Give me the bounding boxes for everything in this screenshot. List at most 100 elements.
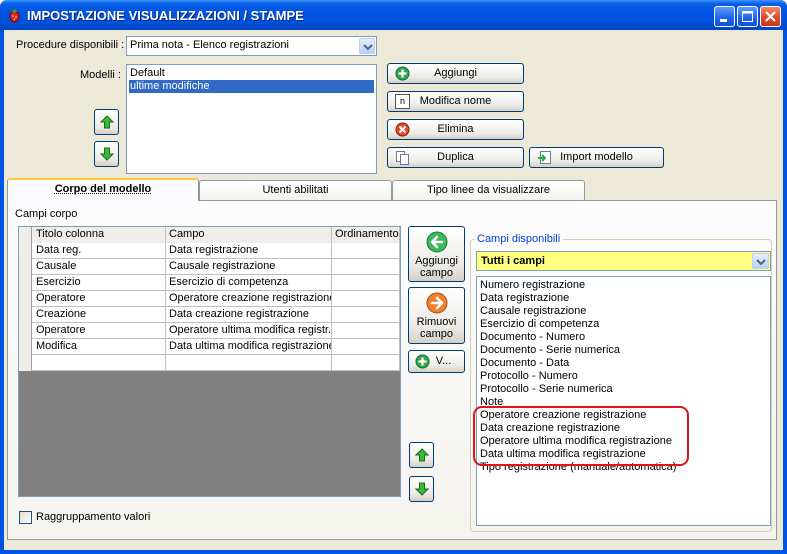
delete-circle-icon xyxy=(395,122,410,137)
row-header[interactable] xyxy=(19,323,32,339)
import-model-button[interactable]: Import modello xyxy=(529,147,664,168)
procedures-label: Procedure disponibili : xyxy=(16,39,125,51)
cell-order[interactable] xyxy=(332,355,400,371)
close-button[interactable] xyxy=(760,6,781,27)
available-fields-list[interactable]: Numero registrazione Data registrazione Ca… xyxy=(476,276,771,526)
body-fields-label: Campi corpo xyxy=(15,208,78,220)
cell-title[interactable]: Data reg. xyxy=(32,243,166,259)
list-item[interactable]: Protocollo - Numero xyxy=(480,370,578,383)
delete-model-label: Elimina xyxy=(437,123,474,135)
field-move-up-button[interactable] xyxy=(409,442,434,468)
table-row[interactable] xyxy=(19,355,400,371)
list-item[interactable]: Esercizio di competenza xyxy=(480,318,599,331)
procedures-dropdown-button[interactable] xyxy=(359,38,375,54)
tab-utenti-abilitati[interactable]: Utenti abilitati xyxy=(199,180,392,200)
field-filter-dropdown[interactable] xyxy=(752,253,769,269)
table-row[interactable]: Operatore Operatore creazione registrazio… xyxy=(19,291,400,307)
cell-field[interactable]: Esercizio di competenza xyxy=(166,275,332,291)
title-bar[interactable]: IMPOSTAZIONE VISUALIZZAZIONI / STAMPE xyxy=(0,0,787,30)
cell-title[interactable]: Operatore xyxy=(32,291,166,307)
grid-header-row: Titolo colonna Campo Ordinamento xyxy=(19,227,400,243)
rename-model-button[interactable]: n Modifica nome xyxy=(387,91,524,112)
list-item[interactable]: Numero registrazione xyxy=(480,279,585,292)
field-filter-combo[interactable]: Tutti i campi xyxy=(476,251,771,271)
minimize-icon xyxy=(720,19,727,22)
highlight-annotation xyxy=(473,406,689,466)
cell-field[interactable]: Causale registrazione xyxy=(166,259,332,275)
cell-title[interactable]: Creazione xyxy=(32,307,166,323)
tab-tipo-linee[interactable]: Tipo linee da visualizzare xyxy=(392,180,585,200)
cell-order[interactable] xyxy=(332,243,400,259)
row-header[interactable] xyxy=(19,355,32,371)
column-header-order[interactable]: Ordinamento xyxy=(332,227,400,243)
models-list-item-selected[interactable]: ultime modifiche xyxy=(129,80,374,93)
table-row[interactable]: Operatore Operatore ultima modifica regis… xyxy=(19,323,400,339)
procedures-combo[interactable]: Prima nota - Elenco registrazioni xyxy=(126,36,377,56)
chevron-down-icon xyxy=(756,259,766,266)
row-header[interactable] xyxy=(19,275,32,291)
delete-model-button[interactable]: Elimina xyxy=(387,119,524,140)
import-icon xyxy=(538,151,551,164)
cell-order[interactable] xyxy=(332,307,400,323)
grouping-checkbox[interactable] xyxy=(19,511,32,524)
tab-corpo-del-modello[interactable]: Corpo del modello xyxy=(7,178,199,201)
row-header[interactable] xyxy=(19,307,32,323)
add-model-label: Aggiungi xyxy=(434,67,477,79)
model-move-down-button[interactable] xyxy=(94,141,119,167)
cell-order[interactable] xyxy=(332,291,400,307)
arrow-up-icon xyxy=(415,448,429,462)
duplicate-model-button[interactable]: Duplica xyxy=(387,147,524,168)
cell-order[interactable] xyxy=(332,275,400,291)
models-label: Modelli : xyxy=(80,69,121,81)
cell-title[interactable] xyxy=(32,355,166,371)
add-field-button[interactable]: Aggiungi campo xyxy=(408,226,465,282)
cell-order[interactable] xyxy=(332,323,400,339)
cell-order[interactable] xyxy=(332,259,400,275)
row-header[interactable] xyxy=(19,243,32,259)
model-move-up-button[interactable] xyxy=(94,109,119,135)
list-item[interactable]: Protocollo - Serie numerica xyxy=(480,383,613,396)
maximize-button[interactable] xyxy=(737,6,758,27)
row-header[interactable] xyxy=(19,259,32,275)
table-row[interactable]: Creazione Data creazione registrazione xyxy=(19,307,400,323)
column-header-field[interactable]: Campo xyxy=(166,227,332,243)
plus-circle-icon xyxy=(395,66,410,81)
cell-title[interactable]: Causale xyxy=(32,259,166,275)
cell-title[interactable]: Operatore xyxy=(32,323,166,339)
minimize-button[interactable] xyxy=(714,6,735,27)
models-list-item[interactable]: Default xyxy=(129,67,374,80)
field-move-down-button[interactable] xyxy=(409,476,434,502)
cell-title[interactable]: Modifica xyxy=(32,339,166,355)
add-model-button[interactable]: Aggiungi xyxy=(387,63,524,84)
table-row[interactable]: Esercizio Esercizio di competenza xyxy=(19,275,400,291)
close-icon xyxy=(765,11,776,22)
models-list[interactable]: Default ultime modifiche xyxy=(126,64,377,174)
list-item[interactable]: Documento - Numero xyxy=(480,331,585,344)
cell-field[interactable] xyxy=(166,355,332,371)
column-header-title[interactable]: Titolo colonna xyxy=(32,227,166,243)
table-row[interactable]: Causale Causale registrazione xyxy=(19,259,400,275)
rename-icon: n xyxy=(395,94,410,109)
cell-title[interactable]: Esercizio xyxy=(32,275,166,291)
grid-corner xyxy=(19,227,32,243)
list-item[interactable]: Data registrazione xyxy=(480,292,569,305)
cell-field[interactable]: Operatore ultima modifica registr... xyxy=(166,323,332,339)
remove-field-button[interactable]: Rimuovi campo xyxy=(408,287,465,344)
v-button[interactable]: V... xyxy=(408,350,465,373)
row-header[interactable] xyxy=(19,339,32,355)
body-fields-grid[interactable]: Titolo colonna Campo Ordinamento Data re… xyxy=(18,226,401,497)
cell-field[interactable]: Data registrazione xyxy=(166,243,332,259)
cell-field[interactable]: Data ultima modifica registrazione xyxy=(166,339,332,355)
cell-field[interactable]: Operatore creazione registrazione xyxy=(166,291,332,307)
cell-order[interactable] xyxy=(332,339,400,355)
window-title: IMPOSTAZIONE VISUALIZZAZIONI / STAMPE xyxy=(27,8,304,23)
list-item[interactable]: Documento - Serie numerica xyxy=(480,344,620,357)
cell-field[interactable]: Data creazione registrazione xyxy=(166,307,332,323)
table-row[interactable]: Data reg. Data registrazione xyxy=(19,243,400,259)
import-model-label: Import modello xyxy=(560,151,633,163)
table-row[interactable]: Modifica Data ultima modifica registrazio… xyxy=(19,339,400,355)
list-item[interactable]: Documento - Data xyxy=(480,357,569,370)
dialog-client: Procedure disponibili : Prima nota - Ele… xyxy=(4,30,783,550)
row-header[interactable] xyxy=(19,291,32,307)
list-item[interactable]: Causale registrazione xyxy=(480,305,586,318)
